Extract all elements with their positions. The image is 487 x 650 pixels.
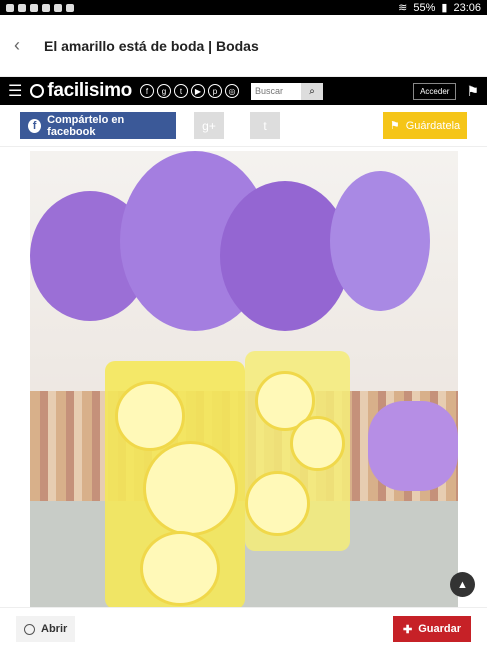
app-top-bar: ‹ El amarillo está de boda | Bodas: [0, 15, 487, 77]
search-box: ⌕: [251, 82, 323, 100]
notification-icons: [6, 3, 74, 12]
google-plus-icon: g+: [202, 118, 216, 133]
facebook-share-label: Compártelo en facebook: [47, 113, 125, 138]
notification-icon: [54, 3, 62, 12]
twitter-share-button[interactable]: t: [250, 112, 280, 139]
save-image-label: Guárdatela: [405, 119, 461, 132]
clock: 23:06: [453, 1, 481, 14]
google-plus-share-button[interactable]: g+: [194, 112, 224, 139]
photo-lemon: [115, 381, 185, 451]
twitter-icon: t: [263, 118, 267, 133]
twitter-icon[interactable]: t: [174, 84, 188, 98]
photo-lemon: [245, 471, 310, 536]
back-arrow-icon[interactable]: ‹: [14, 35, 26, 56]
pinterest-icon[interactable]: p: [208, 84, 222, 98]
globe-icon: [24, 623, 35, 635]
photo-flower: [330, 171, 430, 311]
photo-lemon: [140, 531, 220, 606]
open-button[interactable]: Abrir: [16, 616, 76, 642]
open-label: Abrir: [41, 623, 68, 635]
menu-icon[interactable]: ☰: [8, 81, 22, 101]
facebook-share-button[interactable]: f Compártelo en facebook: [20, 112, 176, 139]
photo-lemon: [143, 441, 238, 536]
search-icon[interactable]: ⌕: [301, 82, 323, 100]
status-bar: ≋ 55% ▮ 23:06: [0, 0, 487, 15]
google-plus-icon[interactable]: g: [157, 84, 171, 98]
facebook-icon[interactable]: f: [140, 84, 154, 98]
logo-text: facilisimo: [47, 80, 132, 101]
notification-icon: [42, 3, 50, 12]
save-image-button[interactable]: ⚑ Guárdatela: [383, 112, 467, 139]
guardar-label: Guardar: [418, 623, 461, 635]
battery-icon: ▮: [441, 2, 448, 14]
instagram-icon[interactable]: ◎: [225, 84, 239, 98]
login-button[interactable]: Acceder: [413, 82, 457, 100]
page-title: El amarillo está de boda | Bodas: [44, 37, 259, 54]
share-bar: f Compártelo en facebook g+ t ⚑ Guárdate…: [0, 105, 487, 147]
bottom-bar: Abrir ✚ Guardar: [0, 607, 487, 650]
photo-container: [0, 147, 487, 607]
search-input[interactable]: [251, 82, 301, 100]
guardar-button[interactable]: ✚ Guardar: [392, 616, 471, 642]
site-header: ☰ facilisimo f g t ▶ p ◎ ⌕ Acceder ⚑: [0, 77, 487, 105]
notification-icon: [6, 3, 14, 12]
notification-icon: [18, 3, 26, 12]
facebook-icon: f: [28, 118, 42, 133]
pin-icon: ✚: [402, 623, 413, 636]
site-logo[interactable]: facilisimo: [30, 80, 132, 102]
photo-lemon: [290, 416, 345, 471]
youtube-icon[interactable]: ▶: [191, 84, 205, 98]
bookmark-icon: ⚑: [389, 120, 400, 132]
social-links: f g t ▶ p ◎: [140, 84, 239, 98]
scroll-to-top-button[interactable]: ▲: [450, 572, 475, 597]
logo-mark-icon: [30, 84, 45, 98]
bookmark-icon[interactable]: ⚑: [466, 83, 479, 100]
wifi-icon: ≋: [398, 2, 408, 14]
photo-jar-back: [245, 351, 350, 551]
photo-flower-right: [368, 401, 458, 491]
chevron-up-icon: ▲: [457, 578, 468, 591]
notification-icon: [66, 3, 74, 12]
article-photo[interactable]: [30, 151, 458, 607]
photo-jar-front: [105, 361, 245, 607]
battery-level: 55%: [413, 1, 436, 14]
notification-icon: [30, 3, 38, 12]
